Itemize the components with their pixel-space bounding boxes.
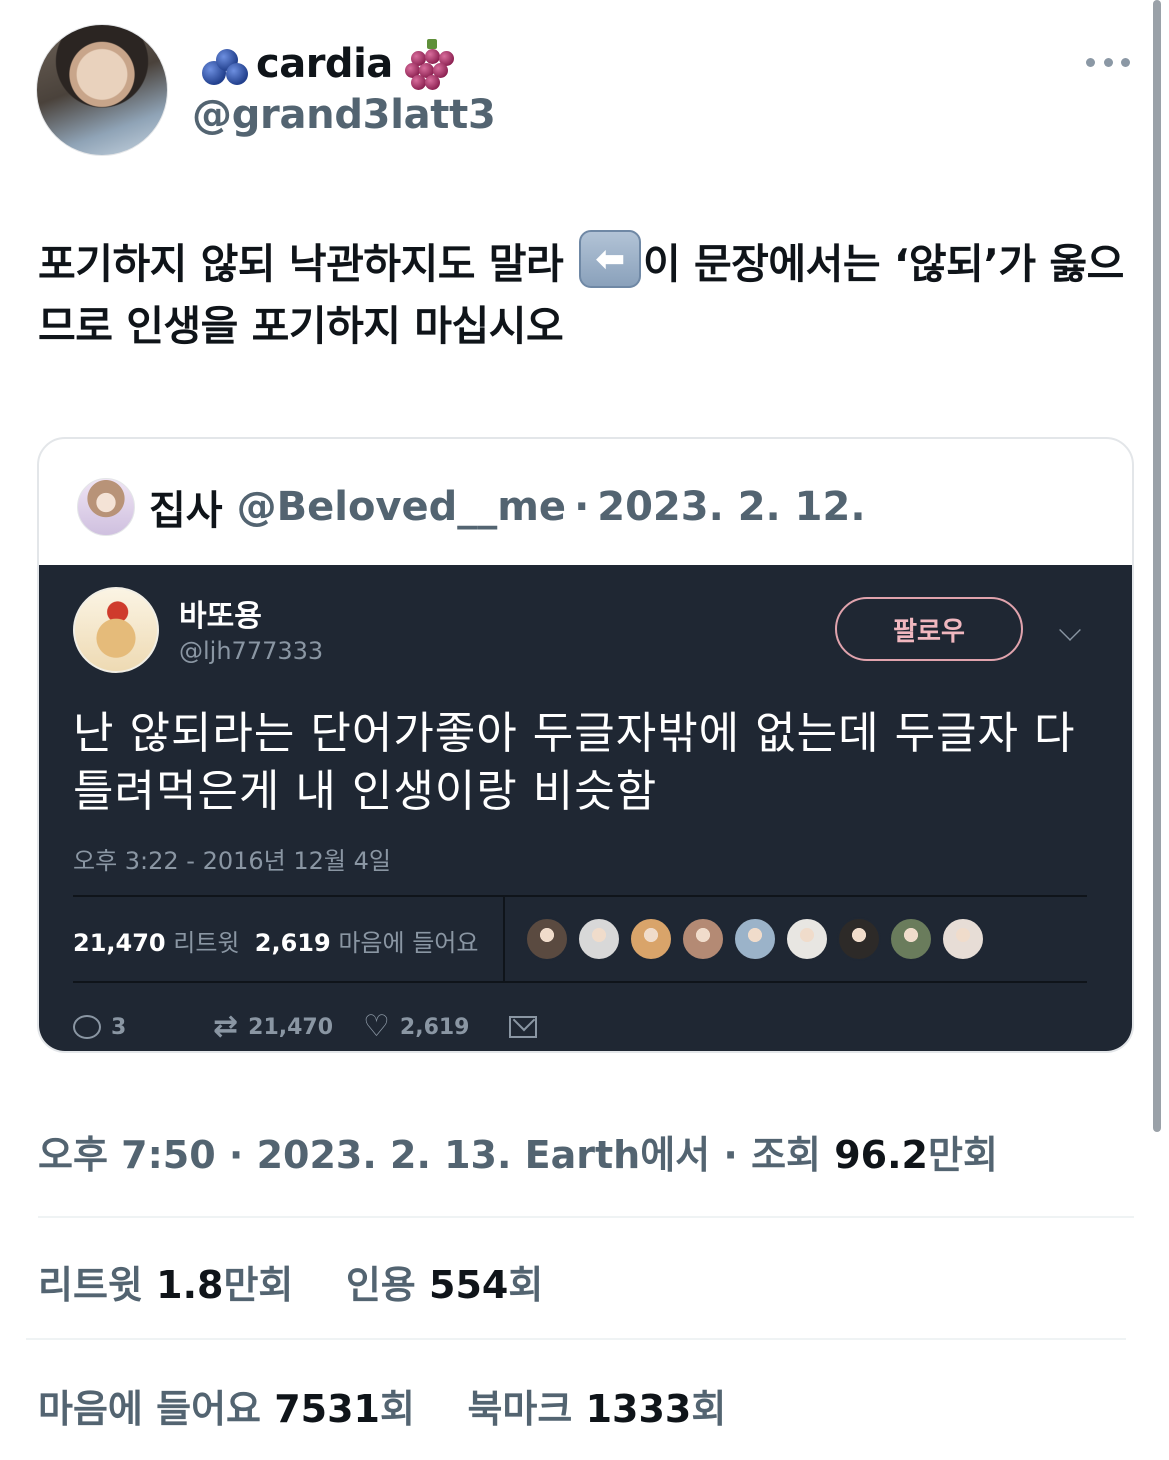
retweets-unit: 만회 (223, 1263, 294, 1307)
chevron-down-icon (1059, 619, 1081, 641)
quotes-value: 554 (429, 1263, 509, 1307)
divider (26, 1338, 1126, 1340)
liker-avatar (681, 917, 725, 961)
direct-message-icon (509, 1016, 537, 1038)
quotes-unit: 회 (508, 1263, 544, 1307)
liker-avatar (629, 917, 673, 961)
views-label: 조회 (751, 1133, 835, 1177)
retweet-icon: ⇄ (213, 1009, 239, 1044)
author-name-row[interactable]: cardia (198, 36, 455, 92)
likes-value: 7531 (274, 1387, 380, 1431)
engagement-row-1: 리트윗 1.8만회 인용 554회 (38, 1254, 543, 1309)
liker-avatar (837, 917, 881, 961)
embedded-divider (503, 897, 505, 981)
embedded-action-like-count: 2,619 (399, 1014, 470, 1040)
liker-avatar (577, 917, 621, 961)
likes-stat[interactable]: 마음에 들어요 7531회 (38, 1387, 415, 1431)
embedded-divider (73, 895, 1087, 897)
embedded-divider (73, 981, 1087, 983)
author-avatar[interactable] (36, 24, 168, 156)
tweet-text-part1: 포기하지 않되 낙관하지도 말라 (38, 240, 577, 288)
retweets-label: 리트윗 (38, 1263, 157, 1307)
engagement-row-2: 마음에 들어요 7531회 북마크 1333회 (38, 1378, 726, 1433)
blueberries-emoji-icon (198, 39, 252, 89)
embedded-likes-label: 마음에 들어요 (338, 929, 479, 957)
quoted-tweet-card[interactable]: 집사 @Beloved__me · 2023. 2. 12. 바또용 @ljh7… (37, 437, 1134, 1053)
quoted-date: 2023. 2. 12. (597, 484, 866, 530)
embedded-stats: 21,470 리트윗 2,619 마음에 들어요 (73, 923, 478, 958)
likes-unit: 회 (380, 1387, 415, 1431)
embedded-likes-count: 2,619 (254, 929, 331, 957)
embedded-retweet-action: ⇄ 21,470 (213, 1012, 363, 1042)
embedded-follow-button: 팔로우 (835, 597, 1023, 661)
quoted-separator: · (574, 484, 590, 530)
embedded-tweet-text: 난 않되라는 단어가좋아 두글자밖에 없는데 두글자 다 틀려먹은게 내 인생이… (73, 708, 1076, 817)
heart-icon: ♡ (363, 1009, 390, 1044)
tweet-time[interactable]: 오후 7:50 (38, 1133, 216, 1177)
liker-avatar (889, 917, 933, 961)
scrollbar[interactable] (1153, 0, 1161, 1132)
author-display-name: cardia (256, 41, 393, 87)
reply-icon (73, 1015, 101, 1039)
separator: · (710, 1133, 752, 1177)
bookmarks-unit: 회 (691, 1387, 727, 1431)
bookmarks-value: 1333 (585, 1387, 692, 1431)
views-value: 96.2 (834, 1133, 928, 1177)
retweets-value: 1.8 (156, 1263, 224, 1307)
separator: · (215, 1133, 257, 1177)
tweet-timestamp-row: 오후 7:50 · 2023. 2. 13. Earth에서 · 조회 96.2… (38, 1124, 998, 1179)
embedded-retweet-label: 리트윗 (173, 929, 240, 957)
left-arrow-emoji-icon (578, 230, 641, 288)
quotes-stat[interactable]: 인용 554회 (346, 1263, 543, 1307)
quoted-author-avatar (77, 478, 135, 536)
embedded-tweet-time: 오후 3:22 - 2016년 12월 4일 (73, 847, 391, 875)
embedded-like-action: ♡ 2,619 (363, 1012, 509, 1042)
quotes-label: 인용 (345, 1263, 429, 1307)
retweets-stat[interactable]: 리트윗 1.8만회 (38, 1263, 293, 1307)
embedded-reply-count: 3 (111, 1014, 127, 1040)
more-options-icon[interactable] (1086, 52, 1130, 72)
bookmarks-stat[interactable]: 북마크 1333회 (467, 1387, 726, 1431)
embedded-action-retweet-count: 21,470 (248, 1014, 334, 1040)
embedded-author-name: 바또용 (179, 599, 262, 634)
bookmarks-label: 북마크 (467, 1387, 586, 1431)
divider (38, 1216, 1134, 1218)
grapes-emoji-icon (397, 37, 455, 91)
quoted-tweet-header: 집사 @Beloved__me · 2023. 2. 12. (77, 475, 866, 539)
embedded-author-avatar (73, 587, 159, 673)
liker-avatar (733, 917, 777, 961)
author-handle[interactable]: @grand3latt3 (192, 92, 496, 138)
liker-avatar (525, 917, 569, 961)
embedded-author-handle: @ljh777333 (179, 637, 324, 665)
embedded-retweet-count: 21,470 (73, 929, 166, 957)
tweet-date[interactable]: 2023. 2. 13. (257, 1133, 512, 1177)
tweet-source: Earth에서 (511, 1133, 711, 1177)
quoted-author-name: 집사 (149, 488, 223, 534)
liker-avatar (785, 917, 829, 961)
quoted-author-handle: @Beloved__me (236, 484, 567, 530)
liker-avatars (525, 917, 985, 961)
liker-avatar (941, 917, 985, 961)
tweet-text: 포기하지 않되 낙관하지도 말라 이 문장에서는 ‘않되’가 옳으므로 인생을 … (38, 230, 1128, 357)
embedded-action-bar: 3 ⇄ 21,470 ♡ 2,619 (73, 1011, 537, 1043)
embedded-reply-action: 3 (73, 1015, 213, 1040)
views-unit: 만회 (927, 1133, 998, 1177)
embedded-tweet-screenshot[interactable]: 바또용 @ljh777333 팔로우 난 않되라는 단어가좋아 두글자밖에 없는… (39, 565, 1132, 1051)
likes-label: 마음에 들어요 (38, 1387, 275, 1431)
